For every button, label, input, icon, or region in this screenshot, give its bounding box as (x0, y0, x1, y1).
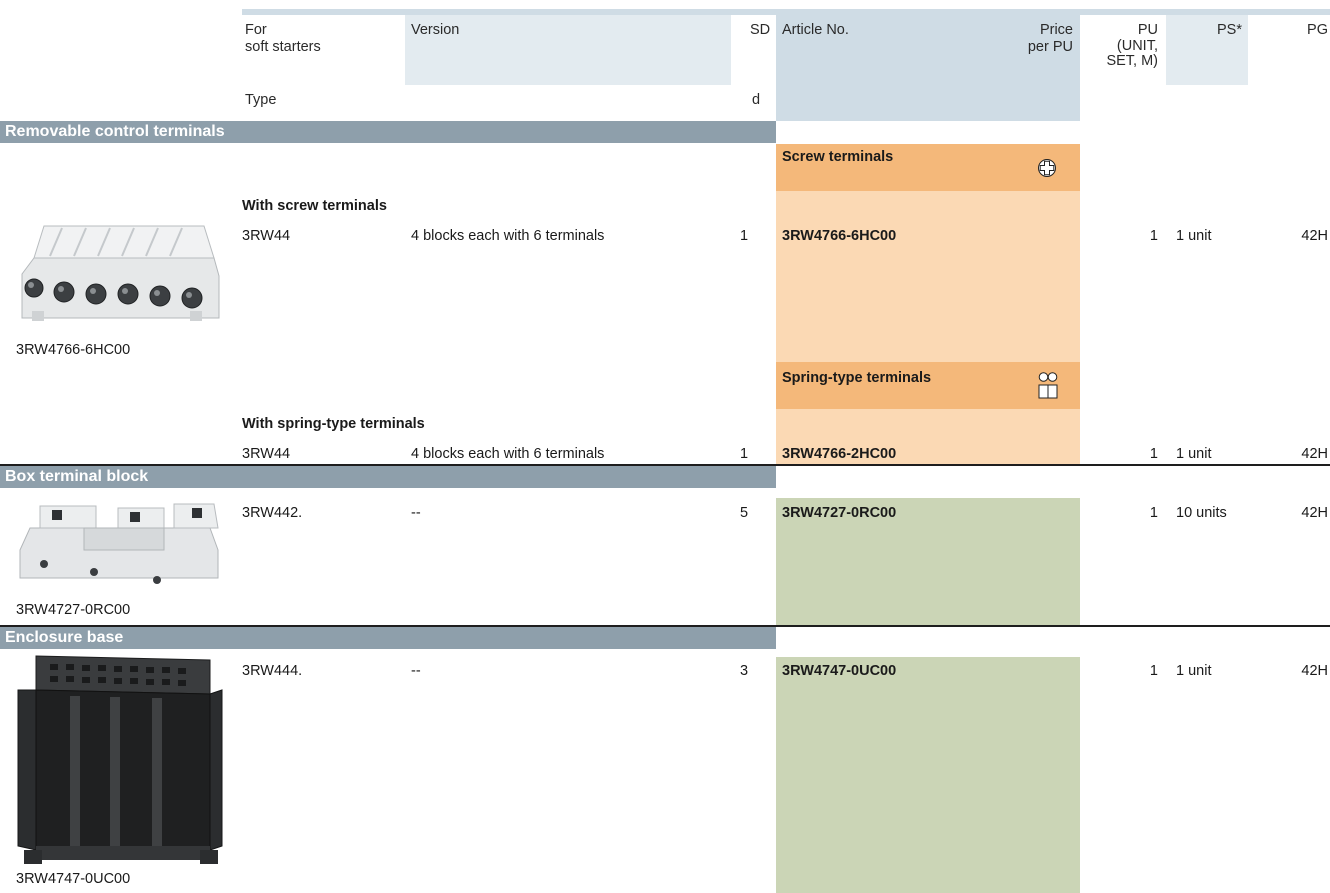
section-title-box: Box terminal block (5, 468, 149, 485)
section-bar-box: Box terminal block (0, 466, 776, 488)
enclosure-base-image (14, 650, 226, 872)
row1-pg: 42H (1301, 228, 1328, 244)
header-pu-set: SET, M) (1106, 53, 1158, 69)
row4-type: 3RW444. (242, 663, 303, 679)
row4-version: -- (411, 663, 421, 679)
screw-terminals-header: Screw terminals (782, 149, 894, 165)
caption-screw-terminal-image: 3RW4766-6HC00 (16, 342, 131, 358)
row2-article: 3RW4766-2HC00 (782, 446, 897, 462)
row1-article: 3RW4766-6HC00 (782, 228, 897, 244)
row1-version: 4 blocks each with 6 terminals (411, 228, 605, 244)
row3-type: 3RW442. (242, 505, 303, 521)
row4-pg: 42H (1301, 663, 1328, 679)
row3-version: -- (411, 505, 421, 521)
section-bar-removable: Removable control terminals (0, 121, 776, 143)
header-version: Version (411, 22, 460, 38)
section-title-enclosure: Enclosure base (5, 629, 124, 646)
spring-terminals-header: Spring-type terminals (782, 370, 932, 386)
row2-sd: 1 (740, 446, 749, 462)
spring-terminal-icon (1038, 370, 1058, 400)
row2-ps: 1 unit (1176, 446, 1212, 462)
header-pg: PG (1307, 22, 1328, 38)
section-title-removable: Removable control terminals (5, 123, 225, 140)
row3-pg: 42H (1301, 505, 1328, 521)
header-sd-unit: d (752, 92, 761, 108)
screw-terminal-icon (1037, 158, 1057, 178)
header-type: Type (245, 92, 277, 108)
box-terminal-block-image (14, 498, 224, 598)
header-price: Price (1039, 22, 1073, 38)
header-pu: PU (1137, 22, 1158, 38)
row2-pu: 1 (1149, 446, 1158, 462)
row2-type: 3RW44 (242, 446, 291, 462)
section-bar-enclosure: Enclosure base (0, 627, 776, 649)
row1-sd: 1 (740, 228, 749, 244)
caption-box-terminal-image: 3RW4727-0RC00 (16, 602, 131, 618)
row1-ps: 1 unit (1176, 228, 1212, 244)
enclosure-article-bg (776, 657, 1080, 893)
header-per-pu: per PU (1027, 39, 1073, 55)
row4-sd: 3 (740, 663, 749, 679)
row3-ps: 10 units (1176, 505, 1227, 521)
header-article-no: Article No. (782, 22, 849, 38)
row4-ps: 1 unit (1176, 663, 1212, 679)
row4-article: 3RW4747-0UC00 (782, 663, 897, 679)
screw-terminal-block-image (14, 218, 224, 330)
row2-pg: 42H (1301, 446, 1328, 462)
row4-pu: 1 (1149, 663, 1158, 679)
row3-article: 3RW4727-0RC00 (782, 505, 897, 521)
caption-enclosure-base-image: 3RW4747-0UC00 (16, 871, 131, 887)
header-pu-unit: (UNIT, (1116, 38, 1158, 54)
row3-sd: 5 (740, 505, 749, 521)
group-with-screw-terminals: With screw terminals (242, 198, 387, 214)
header-ps: PS* (1217, 22, 1242, 38)
row3-pu: 1 (1149, 505, 1158, 521)
row2-version: 4 blocks each with 6 terminals (411, 446, 605, 462)
group-with-spring-terminals: With spring-type terminals (242, 416, 425, 432)
header-for: For (245, 22, 267, 38)
header-soft-starters: soft starters (245, 39, 321, 55)
header-sd: SD (750, 22, 771, 38)
screw-terminals-body-bg (776, 191, 1080, 362)
row1-type: 3RW44 (242, 228, 291, 244)
row1-pu: 1 (1149, 228, 1158, 244)
